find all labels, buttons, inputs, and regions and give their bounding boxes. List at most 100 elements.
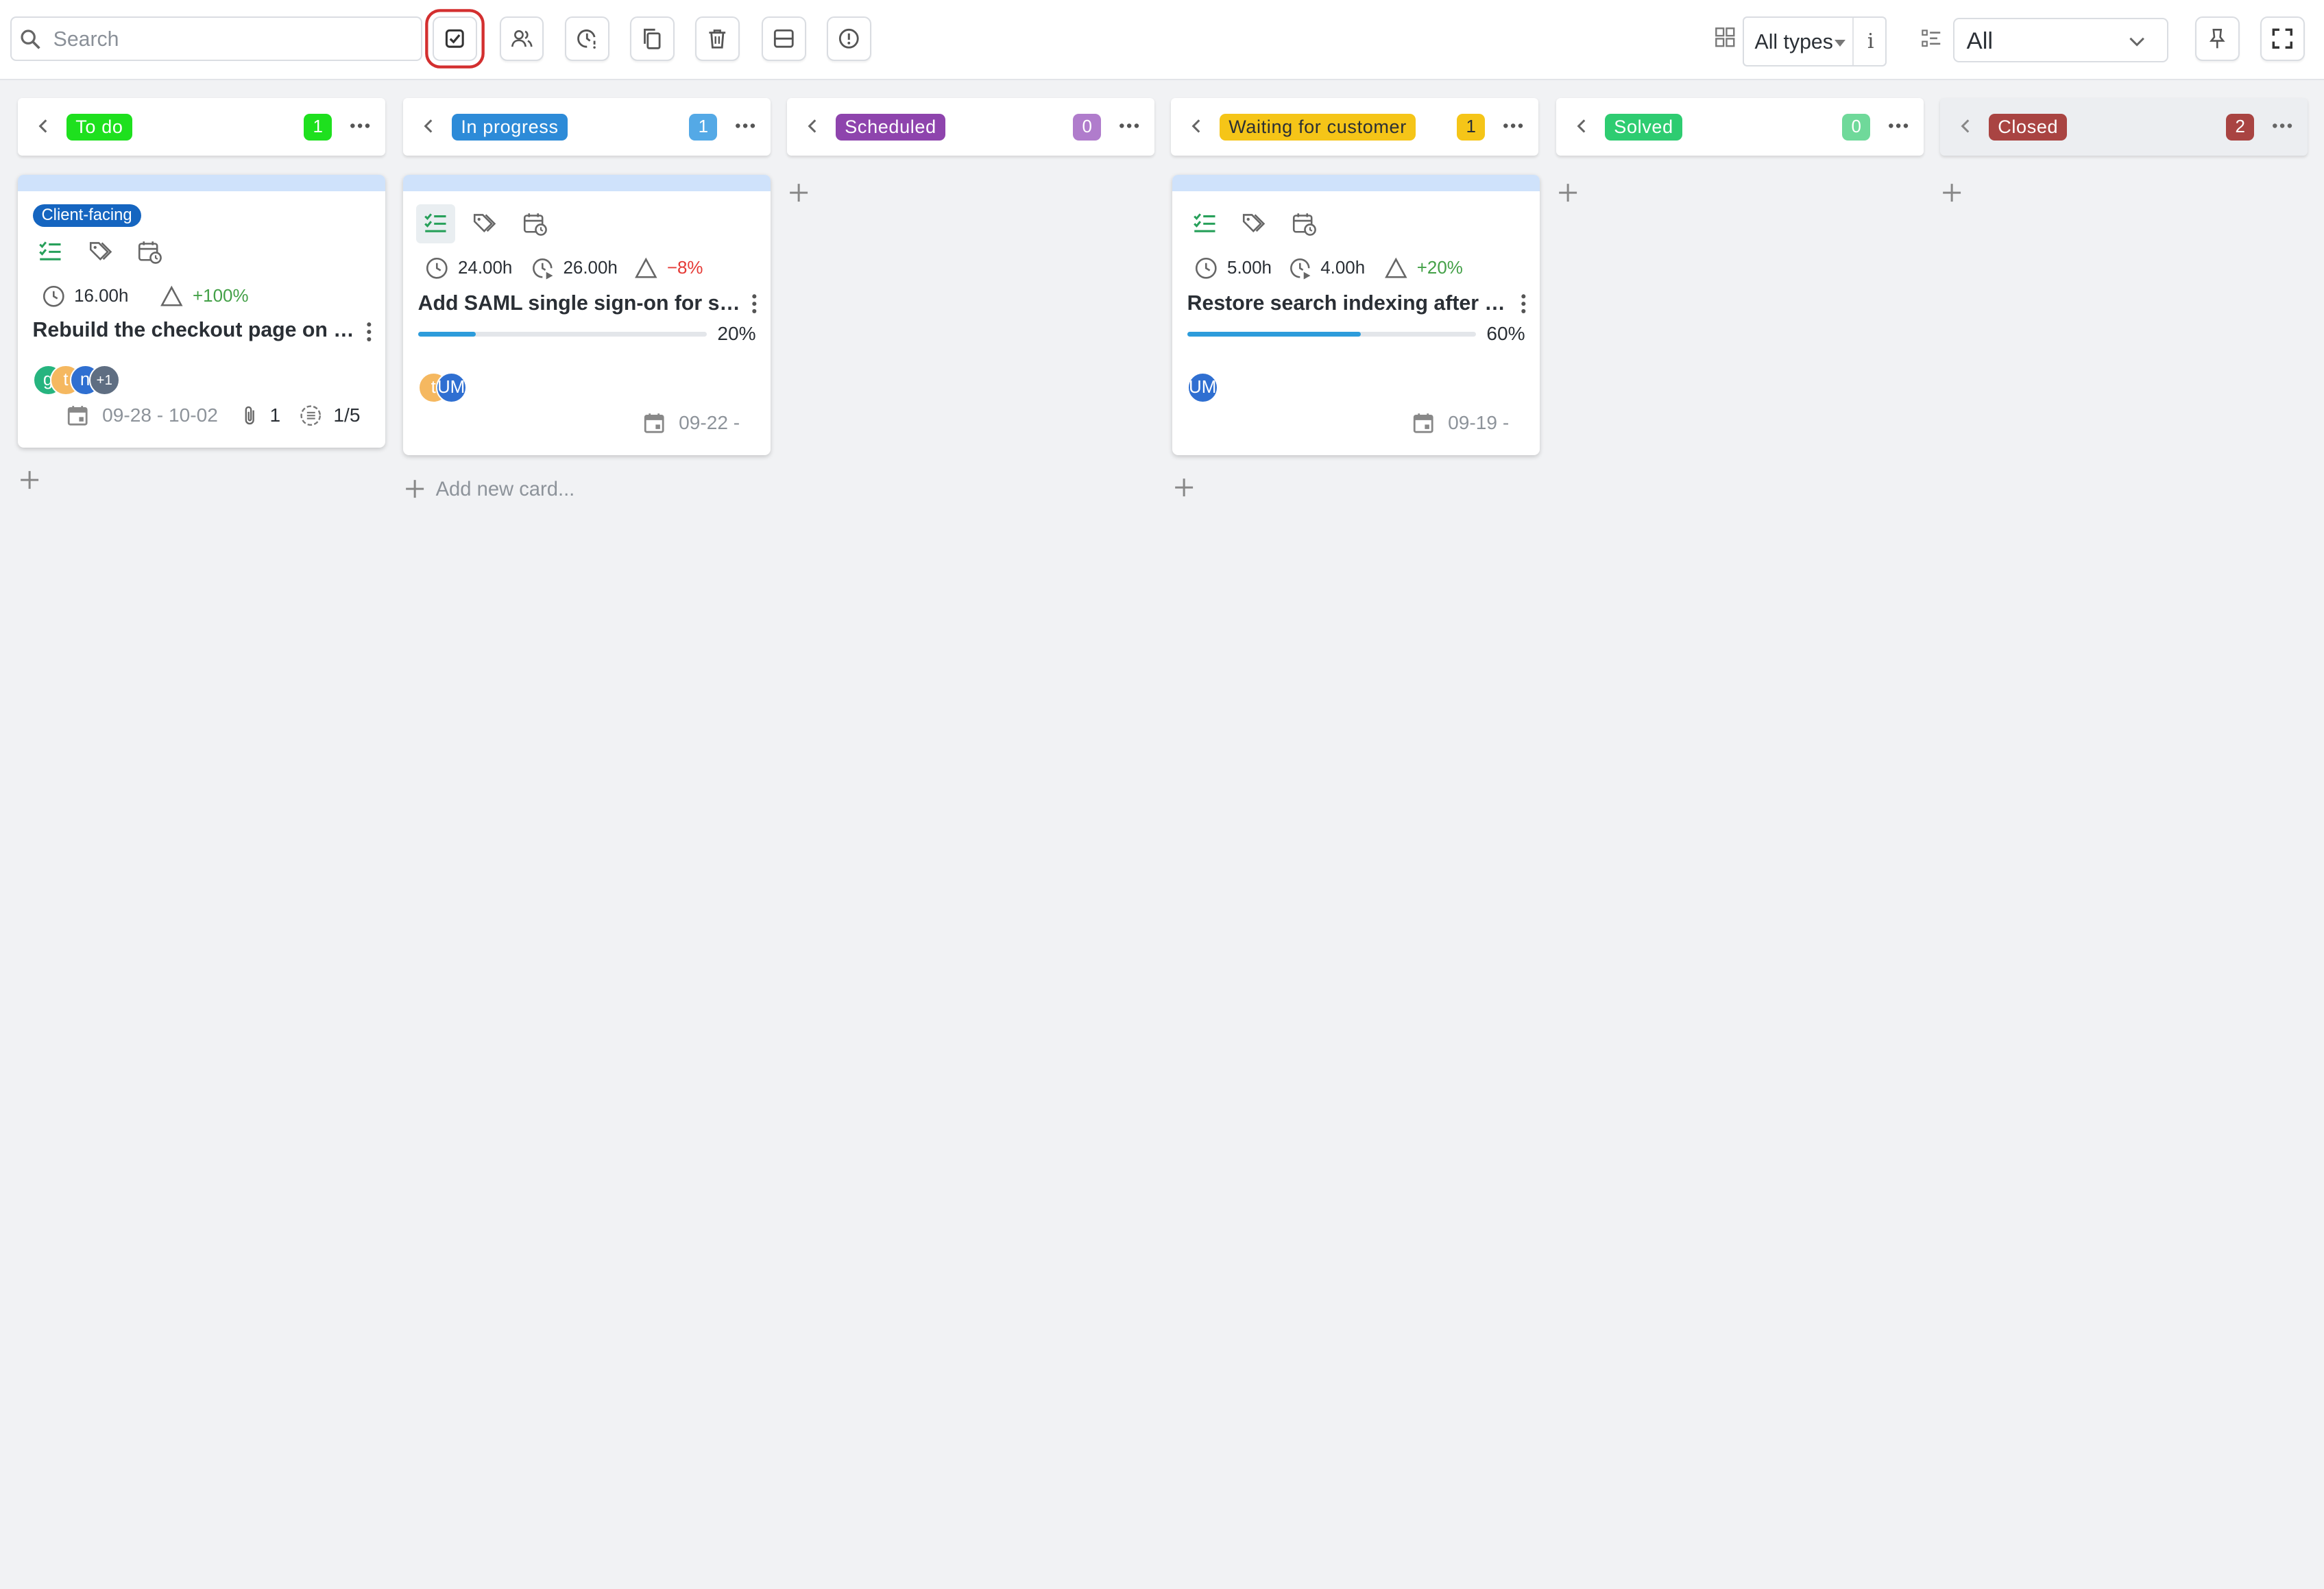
caret-down-icon (1835, 40, 1846, 47)
more-horizontal-icon[interactable] (1888, 121, 1909, 130)
schedule-button[interactable] (130, 232, 169, 271)
card-title[interactable]: Rebuild the checkout page on th... (33, 319, 356, 342)
checklist-button[interactable] (31, 232, 69, 271)
layout-button[interactable] (762, 16, 807, 61)
card-title[interactable]: Restore search indexing after th... (1187, 292, 1510, 315)
column-title: Waiting for customer (1220, 114, 1416, 141)
schedule-button[interactable] (1285, 204, 1323, 243)
more-vertical-icon[interactable] (1521, 293, 1527, 314)
checklist-button[interactable] (416, 204, 455, 243)
calendar-clock-icon (523, 213, 547, 236)
task-card[interactable]: Client-facing 16.00h +100% Rebuild the c… (17, 175, 386, 448)
view-filter-value: All (1966, 27, 1994, 54)
variance-value: −8% (666, 258, 703, 278)
tags-icon (89, 242, 112, 261)
grid-icon (1715, 27, 1735, 47)
avatar[interactable]: UM (1187, 372, 1218, 403)
paperclip-icon (245, 406, 254, 425)
split-rows-icon (774, 29, 794, 48)
estimate-value: 5.00h (1227, 258, 1272, 278)
chevron-left-icon[interactable] (1187, 117, 1205, 135)
progress-bar (1187, 332, 1477, 337)
card-color-strip (17, 175, 386, 191)
avatar-overflow[interactable]: +1 (88, 364, 120, 396)
avatar[interactable]: UM (435, 372, 467, 403)
search-icon (21, 29, 40, 49)
card-title[interactable]: Add SAML single sign-on for staf... (418, 292, 741, 315)
add-card-plus-icon[interactable] (1941, 182, 1962, 203)
progress-percent: 60% (1486, 323, 1525, 345)
estimate-metric: 24.00h (425, 256, 512, 280)
my-tasks-button[interactable] (433, 16, 478, 61)
copy-button[interactable] (629, 16, 675, 61)
progress-bar-fill (417, 332, 476, 337)
fullscreen-button[interactable] (2260, 16, 2305, 61)
clock-icon (426, 257, 448, 279)
column-count-badge: 0 (1073, 114, 1102, 141)
more-horizontal-icon[interactable] (350, 121, 370, 130)
members-button[interactable] (499, 16, 544, 61)
add-card-plus-icon[interactable] (1558, 182, 1578, 203)
chevron-left-icon[interactable] (1957, 117, 1974, 135)
add-card-plus-icon[interactable] (404, 478, 425, 499)
column-count-badge: 1 (304, 114, 332, 141)
chevron-down-icon (2129, 37, 2145, 47)
schedule-button[interactable] (516, 204, 554, 243)
estimate-metric: 5.00h (1194, 256, 1272, 280)
progress-percent: 20% (717, 323, 756, 345)
estimate-metric: 16.00h (42, 284, 128, 308)
task-card[interactable]: 5.00h 4.00h +20% Restore search indexing… (1172, 175, 1540, 455)
tags-button[interactable] (82, 232, 120, 271)
fullscreen-icon (2272, 28, 2293, 49)
add-card-plus-icon[interactable] (19, 470, 40, 490)
pin-icon (2209, 28, 2225, 49)
alerts-button[interactable] (827, 16, 872, 61)
card-color-strip (1172, 175, 1540, 191)
type-filter[interactable]: All types i (1743, 16, 1887, 67)
add-card-plus-icon[interactable] (1174, 477, 1194, 498)
more-vertical-icon[interactable] (366, 322, 372, 342)
more-horizontal-icon[interactable] (1119, 121, 1139, 130)
card-tag[interactable]: Client-facing (32, 204, 141, 227)
add-card-plus-icon[interactable] (788, 182, 809, 203)
search-box[interactable] (10, 16, 423, 61)
column-header-to-do: To do 1 (17, 97, 386, 156)
more-horizontal-icon[interactable] (2272, 121, 2292, 130)
copy-icon (644, 28, 661, 49)
chevron-left-icon[interactable] (34, 117, 52, 135)
add-new-card-link[interactable]: Add new card... (436, 478, 575, 501)
date-range: 09-22 - (679, 412, 740, 434)
tags-button[interactable] (465, 204, 504, 243)
chevron-left-icon[interactable] (420, 117, 437, 135)
tags-button[interactable] (1235, 204, 1273, 243)
column-count-badge: 0 (1842, 114, 1871, 141)
card-checklist-progress: 1/5 (300, 404, 360, 426)
view-filter-select[interactable]: All (1953, 17, 2168, 62)
column-header-waiting-for-customer: Waiting for customer 1 (1170, 97, 1539, 156)
overdue-button[interactable] (564, 16, 609, 61)
column-count-badge: 2 (2226, 114, 2255, 141)
calendar-clock-icon (138, 241, 162, 265)
calendar-clock-icon (1293, 213, 1316, 236)
checklist-button[interactable] (1186, 204, 1224, 243)
progress-bar-fill (1187, 332, 1361, 337)
more-vertical-icon[interactable] (751, 293, 758, 314)
trash-icon (709, 29, 726, 49)
column-header-scheduled: Scheduled 0 (786, 97, 1155, 156)
column-header-solved: Solved 0 (1556, 97, 1924, 156)
info-button[interactable]: i (1867, 29, 1874, 53)
more-horizontal-icon[interactable] (735, 121, 755, 130)
checklist-icon (39, 241, 61, 260)
search-input[interactable] (50, 23, 412, 56)
variance-metric: +100% (160, 284, 249, 308)
chevron-left-icon[interactable] (803, 117, 821, 135)
more-horizontal-icon[interactable] (1503, 121, 1523, 130)
spent-value: 26.00h (563, 258, 618, 278)
spent-metric: 26.00h (531, 256, 618, 280)
calendar-icon (644, 413, 664, 433)
delete-button[interactable] (694, 16, 740, 61)
task-card[interactable]: 24.00h 26.00h −8% Add SAML single sign-o… (403, 175, 771, 455)
chevron-left-icon[interactable] (1573, 117, 1590, 135)
pin-button[interactable] (2194, 16, 2240, 61)
exclamation-circle-icon (839, 28, 860, 49)
